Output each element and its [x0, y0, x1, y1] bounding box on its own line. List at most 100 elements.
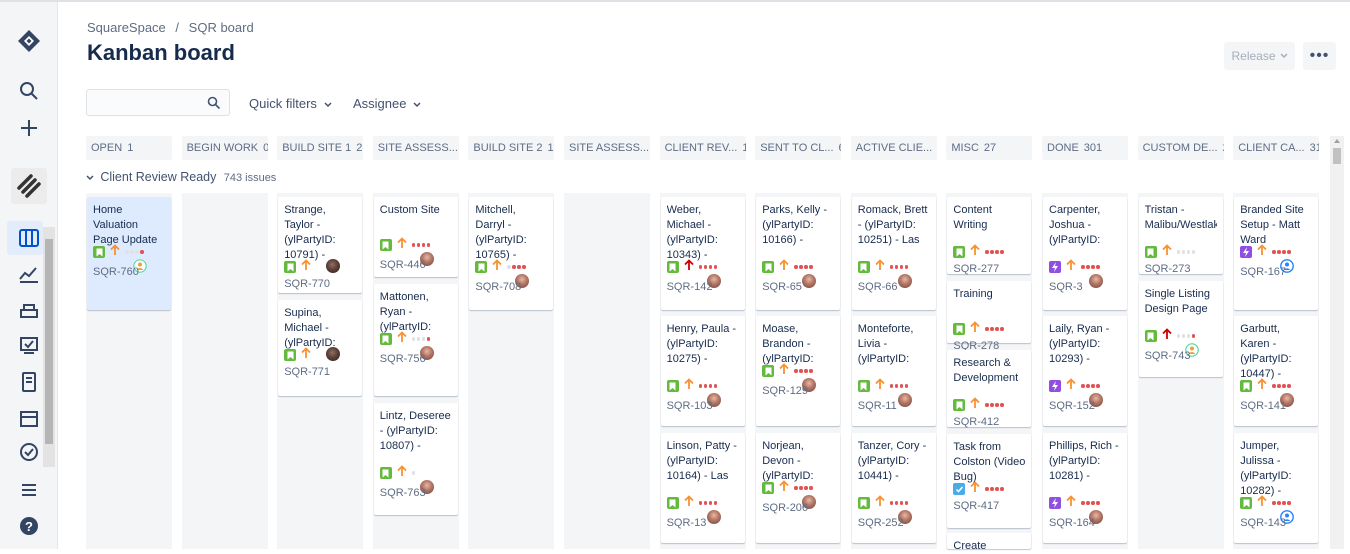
issue-card[interactable]: Task from Colston (Video Bug) SQR-417	[947, 434, 1032, 528]
pages-icon[interactable]	[17, 370, 41, 394]
issue-key[interactable]: SQR-3	[1049, 280, 1083, 295]
issue-key[interactable]: SQR-66	[858, 280, 898, 295]
issue-card[interactable]: Romack, Brett - (ylPartyID: 10251) - Las…	[851, 197, 936, 310]
issue-card[interactable]: Training SQR-278	[947, 281, 1032, 352]
issue-card[interactable]: Research & Development SQR-412	[947, 350, 1032, 430]
issue-card[interactable]: Monteforte, Livia - (ylPartyID: SQR-11	[851, 316, 936, 426]
issue-key[interactable]: SQR-273	[1145, 262, 1191, 277]
column-header[interactable]: OPEN 1	[86, 136, 172, 160]
issue-key[interactable]: SQR-446	[380, 258, 426, 273]
board-icon[interactable]	[17, 226, 41, 250]
checkmark-circle-icon[interactable]	[17, 440, 41, 464]
more-actions-button[interactable]: •••	[1303, 42, 1336, 70]
column-header[interactable]: SITE ASSESS...3	[372, 136, 459, 160]
issue-key[interactable]: SQR-771	[284, 365, 330, 380]
issue-card[interactable]: Lintz, Deseree - (ylPartyID: 10807) - SQR…	[373, 403, 458, 515]
issue-key[interactable]: SQR-11	[858, 399, 897, 414]
avatar[interactable]	[326, 259, 341, 273]
issue-card[interactable]: Tanzer, Cory - (ylPartyID: 10441) - SQR-2…	[851, 433, 936, 543]
avatar[interactable]	[1089, 274, 1103, 288]
issue-key[interactable]: SQR-65	[762, 280, 802, 295]
issue-card[interactable]: Content Writing SQR-277	[947, 197, 1032, 277]
issue-card[interactable]: Norjean, Devon - (ylPartyID: SQR-206	[756, 433, 841, 543]
calendar-icon[interactable]	[17, 406, 41, 430]
search-icon[interactable]	[17, 79, 41, 103]
quick-filters-dropdown[interactable]: Quick filters	[249, 96, 332, 111]
board-scrollbar[interactable]	[1330, 136, 1344, 549]
column-header[interactable]: BUILD SITE 1 2	[277, 136, 364, 160]
avatar[interactable]	[897, 393, 912, 407]
issue-card[interactable]: Create	[947, 533, 1032, 552]
column-header[interactable]: DONE 301	[1042, 136, 1128, 160]
issue-key[interactable]: SQR-143	[1240, 516, 1286, 531]
issue-card[interactable]: Mitchell, Darryl - (ylPartyID: 10765) - S…	[469, 197, 554, 310]
avatar[interactable]	[802, 274, 817, 288]
releases-icon[interactable]	[17, 298, 41, 322]
project-avatar-icon[interactable]	[11, 168, 47, 204]
issue-card[interactable]: Laily, Ryan - (ylPartyID: 10293) - SQR-15…	[1043, 316, 1127, 426]
column-header[interactable]: SITE ASSESS...0	[564, 136, 650, 160]
issue-card[interactable]: Henry, Paula - (ylPartyID: 10275) - SQR-1…	[660, 316, 745, 426]
issue-card[interactable]: Carpenter, Joshua - (ylPartyID: SQR-3	[1043, 197, 1127, 310]
issue-card[interactable]: Linson, Patty - (ylPartyID: 10164) - Las…	[660, 433, 745, 543]
issue-card[interactable]: Weber, Michael - (ylPartyID: 10343) - SQR…	[660, 197, 745, 310]
release-button[interactable]: Release	[1224, 42, 1295, 70]
issue-card[interactable]: Jumper, Julissa - (ylPartyID: 10282) - SQ…	[1234, 433, 1319, 543]
issue-key[interactable]: SQR-412	[953, 415, 999, 430]
issue-key[interactable]: SQR-760	[93, 265, 139, 280]
reports-icon[interactable]	[17, 262, 41, 286]
issue-key[interactable]: SQR-152	[1049, 399, 1095, 414]
issue-card[interactable]: Moase, Brandon - (ylPartyID: SQR-129	[756, 316, 841, 426]
issue-card[interactable]: Single Listing Design Page SQR-743	[1138, 281, 1223, 377]
avatar[interactable]	[706, 510, 721, 524]
issue-key[interactable]: SQR-103	[667, 399, 713, 414]
create-icon[interactable]	[17, 116, 41, 140]
issue-card[interactable]: Garbutt, Karen - (ylPartyID: 10447) - SQR…	[1234, 316, 1319, 426]
issue-key[interactable]: SQR-129	[762, 384, 808, 399]
menu-icon[interactable]	[17, 478, 41, 502]
swimlane-header[interactable]: Client Review Ready 743 issues	[86, 170, 276, 184]
issue-card[interactable]: Mattonen, Ryan - (ylPartyID: SQR-756	[373, 284, 458, 396]
avatar[interactable]	[326, 347, 341, 361]
issue-key[interactable]: SQR-206	[762, 501, 808, 516]
issue-card[interactable]: Parks, Kelly - (ylPartyID: 10166) - SQR-6…	[756, 197, 841, 310]
issue-key[interactable]: SQR-277	[953, 262, 999, 277]
assignee-dropdown[interactable]: Assignee	[353, 96, 421, 111]
avatar[interactable]	[897, 274, 912, 288]
issue-key[interactable]: SQR-141	[1240, 399, 1286, 414]
column-header[interactable]: CLIENT REV... 18	[659, 136, 746, 160]
column-header[interactable]: CUSTOM DE... 2	[1137, 136, 1224, 160]
issue-card[interactable]: Custom Site SQR-446	[373, 197, 458, 277]
issue-key[interactable]: SQR-770	[284, 277, 330, 292]
issue-card[interactable]: Home Valuation Page Update SQR-760	[87, 197, 171, 310]
issue-card[interactable]: Tristan - Malibu/Westlak SQR-273	[1138, 197, 1223, 277]
column-header[interactable]: SENT TO CL... 68	[755, 136, 842, 160]
issue-key[interactable]: SQR-13	[667, 516, 707, 531]
issue-key[interactable]: SQR-142	[667, 280, 713, 295]
issue-key[interactable]: SQR-743	[1145, 349, 1191, 364]
issue-key[interactable]: SQR-167	[1240, 265, 1286, 280]
breadcrumb-board-link[interactable]: SQR board	[189, 20, 254, 35]
issue-key[interactable]: SQR-252	[858, 516, 904, 531]
column-header[interactable]: BUILD SITE 2 1	[468, 136, 555, 160]
issues-icon[interactable]	[17, 334, 41, 358]
issue-card[interactable]: Strange, Taylor - (ylPartyID: 10791) - SQ…	[278, 197, 363, 293]
help-icon[interactable]: ?	[17, 514, 41, 538]
search-input[interactable]	[86, 89, 230, 116]
column-header[interactable]: CLIENT CA... 310	[1233, 136, 1320, 160]
jira-logo-icon[interactable]	[17, 29, 41, 53]
issue-card[interactable]: Phillips, Rich - (ylPartyID: 10281) - SQR…	[1043, 433, 1127, 543]
sidebar-scrollbar[interactable]	[43, 227, 55, 467]
issue-key[interactable]: SQR-708	[475, 280, 521, 295]
breadcrumb-project-link[interactable]: SquareSpace	[87, 20, 166, 35]
column-header[interactable]: MISC 27	[946, 136, 1033, 160]
estimate-dot	[985, 327, 989, 331]
issue-key[interactable]: SQR-164	[1049, 516, 1095, 531]
issue-key[interactable]: SQR-417	[953, 499, 999, 514]
column-header[interactable]: BEGIN WORK 0	[181, 136, 268, 160]
issue-card[interactable]: Branded Site Setup - Matt Ward SQR-167	[1234, 197, 1319, 310]
issue-card[interactable]: Supina, Michael - (ylPartyID: SQR-771	[278, 300, 363, 396]
column-header[interactable]: ACTIVE CLIE...10	[850, 136, 937, 160]
issue-key[interactable]: SQR-756	[380, 352, 426, 367]
issue-key[interactable]: SQR-763	[380, 486, 426, 501]
